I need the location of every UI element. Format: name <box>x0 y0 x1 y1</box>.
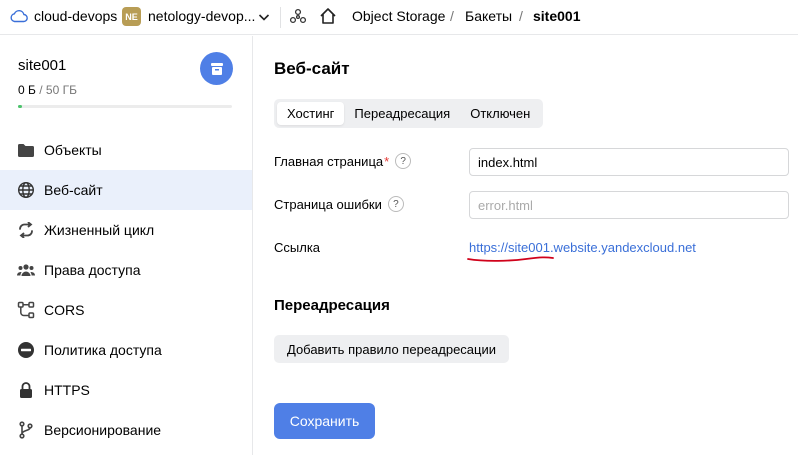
bucket-name: site001 <box>18 57 67 74</box>
sidebar-item-label: Веб-сайт <box>44 182 103 198</box>
users-icon <box>17 261 35 279</box>
add-redirect-rule-button[interactable]: Добавить правило переадресации <box>274 335 510 363</box>
folder-selector[interactable]: netology-devop... <box>148 8 255 24</box>
sidebar-item-label: Жизненный цикл <box>44 222 155 238</box>
lifecycle-icon <box>17 221 35 239</box>
error-page-input[interactable] <box>469 191 789 219</box>
sidebar-item-objects[interactable]: Объекты <box>0 130 252 170</box>
breadcrumb-current: site001 <box>533 8 581 24</box>
save-button[interactable]: Сохранить <box>274 403 375 439</box>
link-label: Ссылка <box>274 240 321 255</box>
required-mark: * <box>384 153 390 169</box>
main-content: Веб-сайт Хостинг Переадресация Отключен … <box>254 36 798 455</box>
lock-icon <box>17 381 35 399</box>
usage-total: / 50 ГБ <box>35 83 77 97</box>
globe-icon <box>17 181 35 199</box>
breadcrumb-separator: / <box>450 8 454 24</box>
sidebar-item-label: CORS <box>44 302 85 318</box>
bucket-icon <box>200 52 233 85</box>
bucket-usage: 0 Б / 50 ГБ <box>18 83 77 97</box>
sidebar-item-access[interactable]: Права доступа <box>0 250 252 290</box>
sidebar-item-label: HTTPS <box>44 382 90 398</box>
sidebar-item-lifecycle[interactable]: Жизненный цикл <box>0 210 252 250</box>
cloud-icon <box>10 9 28 26</box>
policy-icon <box>17 341 35 359</box>
website-url-link[interactable]: https://site001.website.yandexcloud.net <box>469 240 696 255</box>
sidebar-item-label: Политика доступа <box>44 342 162 358</box>
chevron-down-icon[interactable] <box>258 10 270 26</box>
redirect-section-title: Переадресация <box>274 297 390 314</box>
sidebar-nav: Объекты Веб-сайт Жизненный цикл Права до… <box>0 130 252 450</box>
sidebar-item-cors[interactable]: CORS <box>0 290 252 330</box>
top-bar: cloud-devops NE netology-devop... Object… <box>0 0 798 35</box>
red-underline-annotation <box>467 256 554 262</box>
folder-badge: NE <box>122 7 141 26</box>
breadcrumb-buckets[interactable]: Бакеты <box>465 8 512 24</box>
error-page-label: Страница ошибки ? <box>274 196 404 212</box>
sidebar-item-label: Права доступа <box>44 262 141 278</box>
sidebar-item-https[interactable]: HTTPS <box>0 370 252 410</box>
error-page-label-text: Страница ошибки <box>274 196 382 212</box>
sidebar-item-policy[interactable]: Политика доступа <box>0 330 252 370</box>
sidebar-item-label: Версионирование <box>44 422 162 438</box>
help-icon[interactable]: ? <box>387 196 404 212</box>
usage-progress-bar <box>18 105 232 108</box>
services-icon[interactable] <box>289 8 307 29</box>
usage-progress-fill <box>18 105 22 108</box>
breadcrumb-separator: / <box>519 8 523 24</box>
sidebar-item-website[interactable]: Веб-сайт <box>0 170 252 210</box>
page-title: Веб-сайт <box>274 59 350 78</box>
sidebar: site001 0 Б / 50 ГБ Объекты Веб-сайт Жиз… <box>0 36 253 455</box>
help-icon[interactable]: ? <box>395 153 412 169</box>
breadcrumb-object-storage[interactable]: Object Storage <box>352 8 445 24</box>
cloud-selector[interactable]: cloud-devops <box>34 8 117 24</box>
sidebar-item-versioning[interactable]: Версионирование <box>0 410 252 450</box>
website-mode-tabs: Хостинг Переадресация Отключен <box>274 99 544 128</box>
home-icon[interactable] <box>318 6 338 29</box>
index-page-input[interactable] <box>469 148 789 176</box>
divider <box>280 7 281 28</box>
index-page-label: Главная страница * ? <box>274 153 412 169</box>
cors-icon <box>17 301 35 319</box>
tab-redirect[interactable]: Переадресация <box>344 102 460 125</box>
sidebar-item-label: Объекты <box>44 142 102 158</box>
usage-used: 0 Б <box>18 83 36 97</box>
tab-hosting[interactable]: Хостинг <box>277 102 345 125</box>
versioning-icon <box>17 421 35 439</box>
index-page-label-text: Главная страница <box>274 153 384 169</box>
folder-icon <box>17 141 35 159</box>
tab-disabled[interactable]: Отключен <box>460 102 540 125</box>
